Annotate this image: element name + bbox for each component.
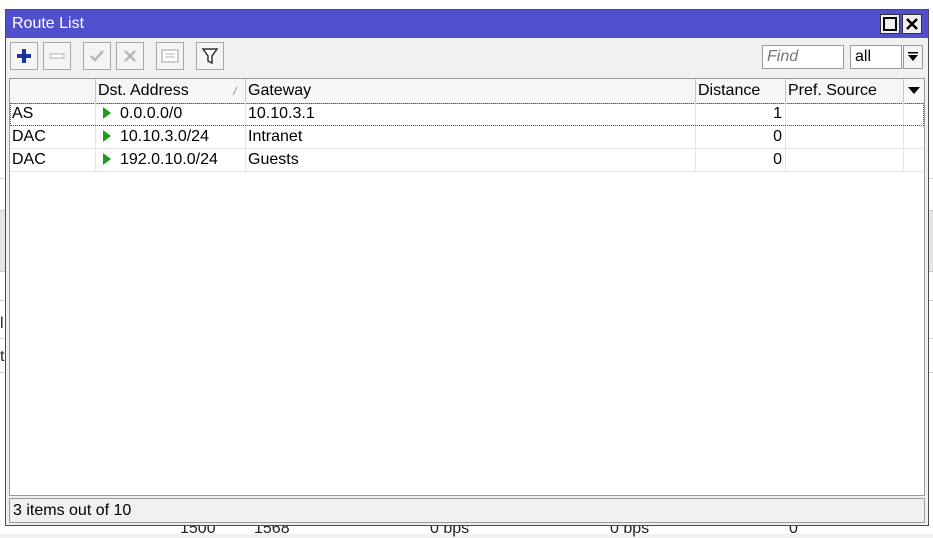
cell-flags: AS [10,103,96,125]
table-row[interactable]: DAC 10.10.3.0/24 Intranet 0 [10,126,924,149]
cell-text: 10.10.3.0/24 [120,128,209,145]
cell-gateway: Guests [246,149,696,171]
filter-dropdown-button[interactable] [903,45,923,69]
cell-flags: DAC [10,149,96,171]
column-header-flags[interactable] [10,79,96,103]
check-icon [90,50,104,62]
routes-table: Dst. Address Gateway Distance Pref. Sour… [9,78,925,496]
route-active-icon [103,107,111,119]
sort-icon [232,86,238,96]
cell-text: 192.0.10.0/24 [120,151,218,168]
route-active-icon [103,130,111,142]
close-icon [906,18,918,30]
cell-text: 0.0.0.0/0 [120,105,183,122]
remove-button[interactable] [43,42,71,70]
cell-pref-source [786,103,904,125]
x-icon [124,50,136,62]
route-active-icon [103,153,111,165]
cell-dst-address: 10.10.3.0/24 [96,126,246,148]
cell-dst-address: 0.0.0.0/0 [96,103,246,125]
maximize-button[interactable] [880,14,900,34]
filter-select[interactable]: all [850,45,902,69]
cell-gateway: Intranet [246,126,696,148]
chevron-down-icon [908,87,920,94]
table-row[interactable]: DAC 192.0.10.0/24 Guests 0 [10,149,924,172]
titlebar[interactable]: Route List [6,10,928,38]
status-bar: 3 items out of 10 [9,498,925,523]
maximize-icon [883,17,897,31]
comment-button[interactable] [156,42,184,70]
table-header: Dst. Address Gateway Distance Pref. Sour… [10,79,924,104]
cell-flags: DAC [10,126,96,148]
find-input[interactable] [762,45,844,69]
filter-select-value: all [855,48,872,65]
window-title: Route List [12,15,85,32]
cell-dst-address: 192.0.10.0/24 [96,149,246,171]
column-label: Dst. Address [98,82,189,99]
chevron-down-icon [908,52,918,61]
cell-distance: 0 [696,126,786,148]
cell-pref-source [786,126,904,148]
bg-fragment: t [0,348,5,365]
table-row[interactable]: AS 0.0.0.0/0 10.10.3.1 1 [10,103,924,126]
disable-button[interactable] [116,42,144,70]
item-count: 3 items out of 10 [13,502,132,519]
column-header-gateway[interactable]: Gateway [246,79,696,103]
toolbar: all [6,38,928,76]
filter-button[interactable] [196,42,224,70]
column-header-pref-source[interactable]: Pref. Source [786,79,904,103]
filter-icon [201,48,219,65]
bg-fragment: l [0,315,4,332]
route-list-window: Route List all [5,9,929,526]
cell-pref-source [786,149,904,171]
minus-icon [49,53,65,59]
column-header-dst-address[interactable]: Dst. Address [96,79,246,103]
cell-distance: 1 [696,103,786,125]
comment-icon [161,49,179,63]
plus-icon [17,49,31,63]
column-header-distance[interactable]: Distance [696,79,786,103]
column-menu-button[interactable] [904,79,924,103]
enable-button[interactable] [83,42,111,70]
add-button[interactable] [10,42,38,70]
close-button[interactable] [902,14,922,34]
cell-distance: 0 [696,149,786,171]
cell-gateway: 10.10.3.1 [246,103,696,125]
